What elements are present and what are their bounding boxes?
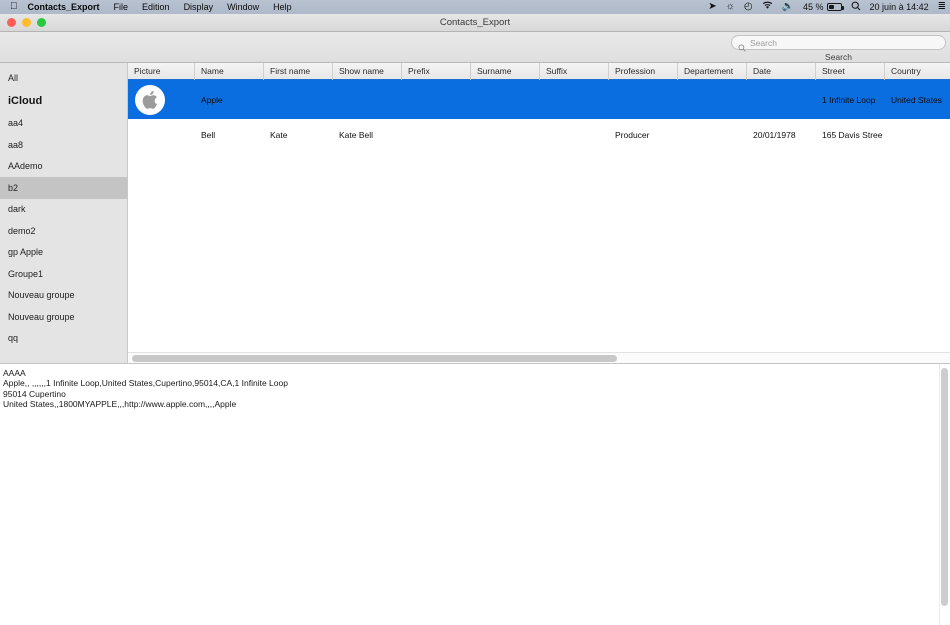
column-header-profession[interactable]: Profession bbox=[609, 63, 678, 80]
column-header-country[interactable]: Country bbox=[885, 63, 950, 80]
sidebar-item-groupe1[interactable]: Groupe1 bbox=[0, 263, 127, 285]
magnifier-icon bbox=[738, 39, 746, 52]
cell-profession: Producer bbox=[615, 129, 650, 140]
detail-pane: AAAA Apple,, ,,,,,,1 Infinite Loop,Unite… bbox=[0, 363, 950, 625]
search-input[interactable] bbox=[750, 37, 939, 48]
detail-line: Apple,, ,,,,,,1 Infinite Loop,United Sta… bbox=[3, 378, 288, 389]
cell-show-name: Kate Bell bbox=[339, 129, 374, 140]
cell-country: United States bbox=[891, 94, 943, 105]
horizontal-scrollbar-thumb[interactable] bbox=[132, 355, 617, 362]
column-header-departement[interactable]: Departement bbox=[678, 63, 747, 80]
detail-line: 95014 Cupertino bbox=[3, 388, 66, 399]
cell-name: Apple bbox=[201, 94, 223, 105]
sidebar-item-nouveau-groupe-2[interactable]: Nouveau groupe bbox=[0, 306, 127, 328]
apple-logo-avatar bbox=[135, 84, 165, 115]
table-row[interactable]: Bell Kate Kate Bell Producer 20/01/1978 … bbox=[128, 119, 950, 150]
sidebar-item-nouveau-groupe-1[interactable]: Nouveau groupe bbox=[0, 285, 127, 307]
vertical-scrollbar-thumb[interactable] bbox=[941, 368, 948, 606]
contacts-table: Picture Name First name Show name Prefix… bbox=[128, 63, 950, 363]
menu-bar-status-area: ➤ ☼ ◴ 🔈 45 % 20 juin à 14:42 ≣ bbox=[708, 0, 946, 14]
table-row[interactable]: Apple 1 Infinite Loop United States bbox=[128, 80, 950, 119]
list-icon[interactable]: ≣ bbox=[938, 2, 946, 12]
cell-street: 165 Davis Stree bbox=[822, 129, 883, 140]
sidebar: All iCloud aa4 aa8 AAdemo b2 dark demo2 … bbox=[0, 63, 128, 363]
toolbar: Search bbox=[0, 32, 950, 63]
sidebar-item-all[interactable]: All bbox=[0, 67, 127, 89]
window-title: Contacts_Export bbox=[439, 17, 511, 28]
sidebar-item-gp-apple[interactable]: gp Apple bbox=[0, 242, 127, 264]
column-header-show-name[interactable]: Show name bbox=[333, 63, 402, 80]
battery-percent-label: 45 % bbox=[803, 2, 824, 12]
sidebar-item-aa4[interactable]: aa4 bbox=[0, 113, 127, 135]
brightness-icon[interactable]: ☼ bbox=[726, 2, 735, 12]
app-window: Contacts_Export Search All iCloud aa4 aa… bbox=[0, 14, 950, 625]
speaker-icon[interactable]: 🔈 bbox=[782, 2, 794, 12]
cell-street: 1 Infinite Loop bbox=[822, 94, 876, 105]
detail-line: AAAA bbox=[3, 368, 26, 378]
cell-name: Bell bbox=[201, 129, 216, 140]
menu-item-file[interactable]: File bbox=[114, 2, 129, 12]
menu-item-help[interactable]: Help bbox=[273, 2, 292, 12]
window-titlebar: Contacts_Export bbox=[0, 14, 950, 32]
column-header-street[interactable]: Street bbox=[816, 63, 885, 80]
clock-icon[interactable]: ◴ bbox=[744, 2, 753, 12]
menu-bar-datetime[interactable]: 20 juin à 14:42 bbox=[870, 2, 929, 12]
horizontal-scrollbar[interactable] bbox=[128, 352, 950, 363]
sidebar-item-aademo[interactable]: AAdemo bbox=[0, 156, 127, 178]
menu-item-display[interactable]: Display bbox=[184, 2, 214, 12]
sidebar-item-b2[interactable]: b2 bbox=[0, 177, 127, 199]
column-header-suffix[interactable]: Suffix bbox=[540, 63, 609, 80]
sidebar-item-demo2[interactable]: demo2 bbox=[0, 220, 127, 242]
menu-item-edition[interactable]: Edition bbox=[142, 2, 170, 12]
column-header-prefix[interactable]: Prefix bbox=[402, 63, 471, 80]
detail-line: United States,,1800MYAPPLE,,,http://www.… bbox=[3, 398, 237, 409]
main-body: All iCloud aa4 aa8 AAdemo b2 dark demo2 … bbox=[0, 63, 950, 363]
menu-bar:  Contacts_Export File Edition Display W… bbox=[0, 0, 950, 14]
battery-icon bbox=[826, 3, 844, 11]
menu-item-app-name[interactable]: Contacts_Export bbox=[28, 2, 100, 12]
search-group: Search bbox=[731, 35, 946, 62]
table-column-headers: Picture Name First name Show name Prefix… bbox=[128, 63, 950, 80]
search-caption-label: Search bbox=[825, 52, 852, 62]
search-field[interactable] bbox=[731, 35, 946, 52]
search-icon[interactable] bbox=[851, 1, 861, 14]
sidebar-item-qq[interactable]: qq bbox=[0, 328, 127, 350]
column-header-picture[interactable]: Picture bbox=[128, 63, 195, 80]
column-header-name[interactable]: Name bbox=[195, 63, 264, 80]
cell-first-name: Kate bbox=[270, 129, 288, 140]
column-header-first-name[interactable]: First name bbox=[264, 63, 333, 80]
column-header-surname[interactable]: Surname bbox=[471, 63, 540, 80]
sidebar-header-icloud: iCloud bbox=[8, 94, 43, 107]
table-rows: Apple 1 Infinite Loop United States Bell bbox=[128, 80, 950, 150]
battery-status[interactable]: 45 % bbox=[803, 2, 844, 12]
apple-logo-icon[interactable]:  bbox=[10, 2, 18, 12]
vpn-arrow-icon[interactable]: ➤ bbox=[708, 2, 716, 12]
wifi-icon[interactable] bbox=[762, 1, 773, 13]
sidebar-item-aa8[interactable]: aa8 bbox=[0, 134, 127, 156]
menu-item-window[interactable]: Window bbox=[227, 2, 259, 12]
column-header-date[interactable]: Date bbox=[747, 63, 816, 80]
cell-date: 20/01/1978 bbox=[753, 129, 796, 140]
vertical-scrollbar[interactable] bbox=[939, 364, 950, 625]
sidebar-item-dark[interactable]: dark bbox=[0, 199, 127, 221]
